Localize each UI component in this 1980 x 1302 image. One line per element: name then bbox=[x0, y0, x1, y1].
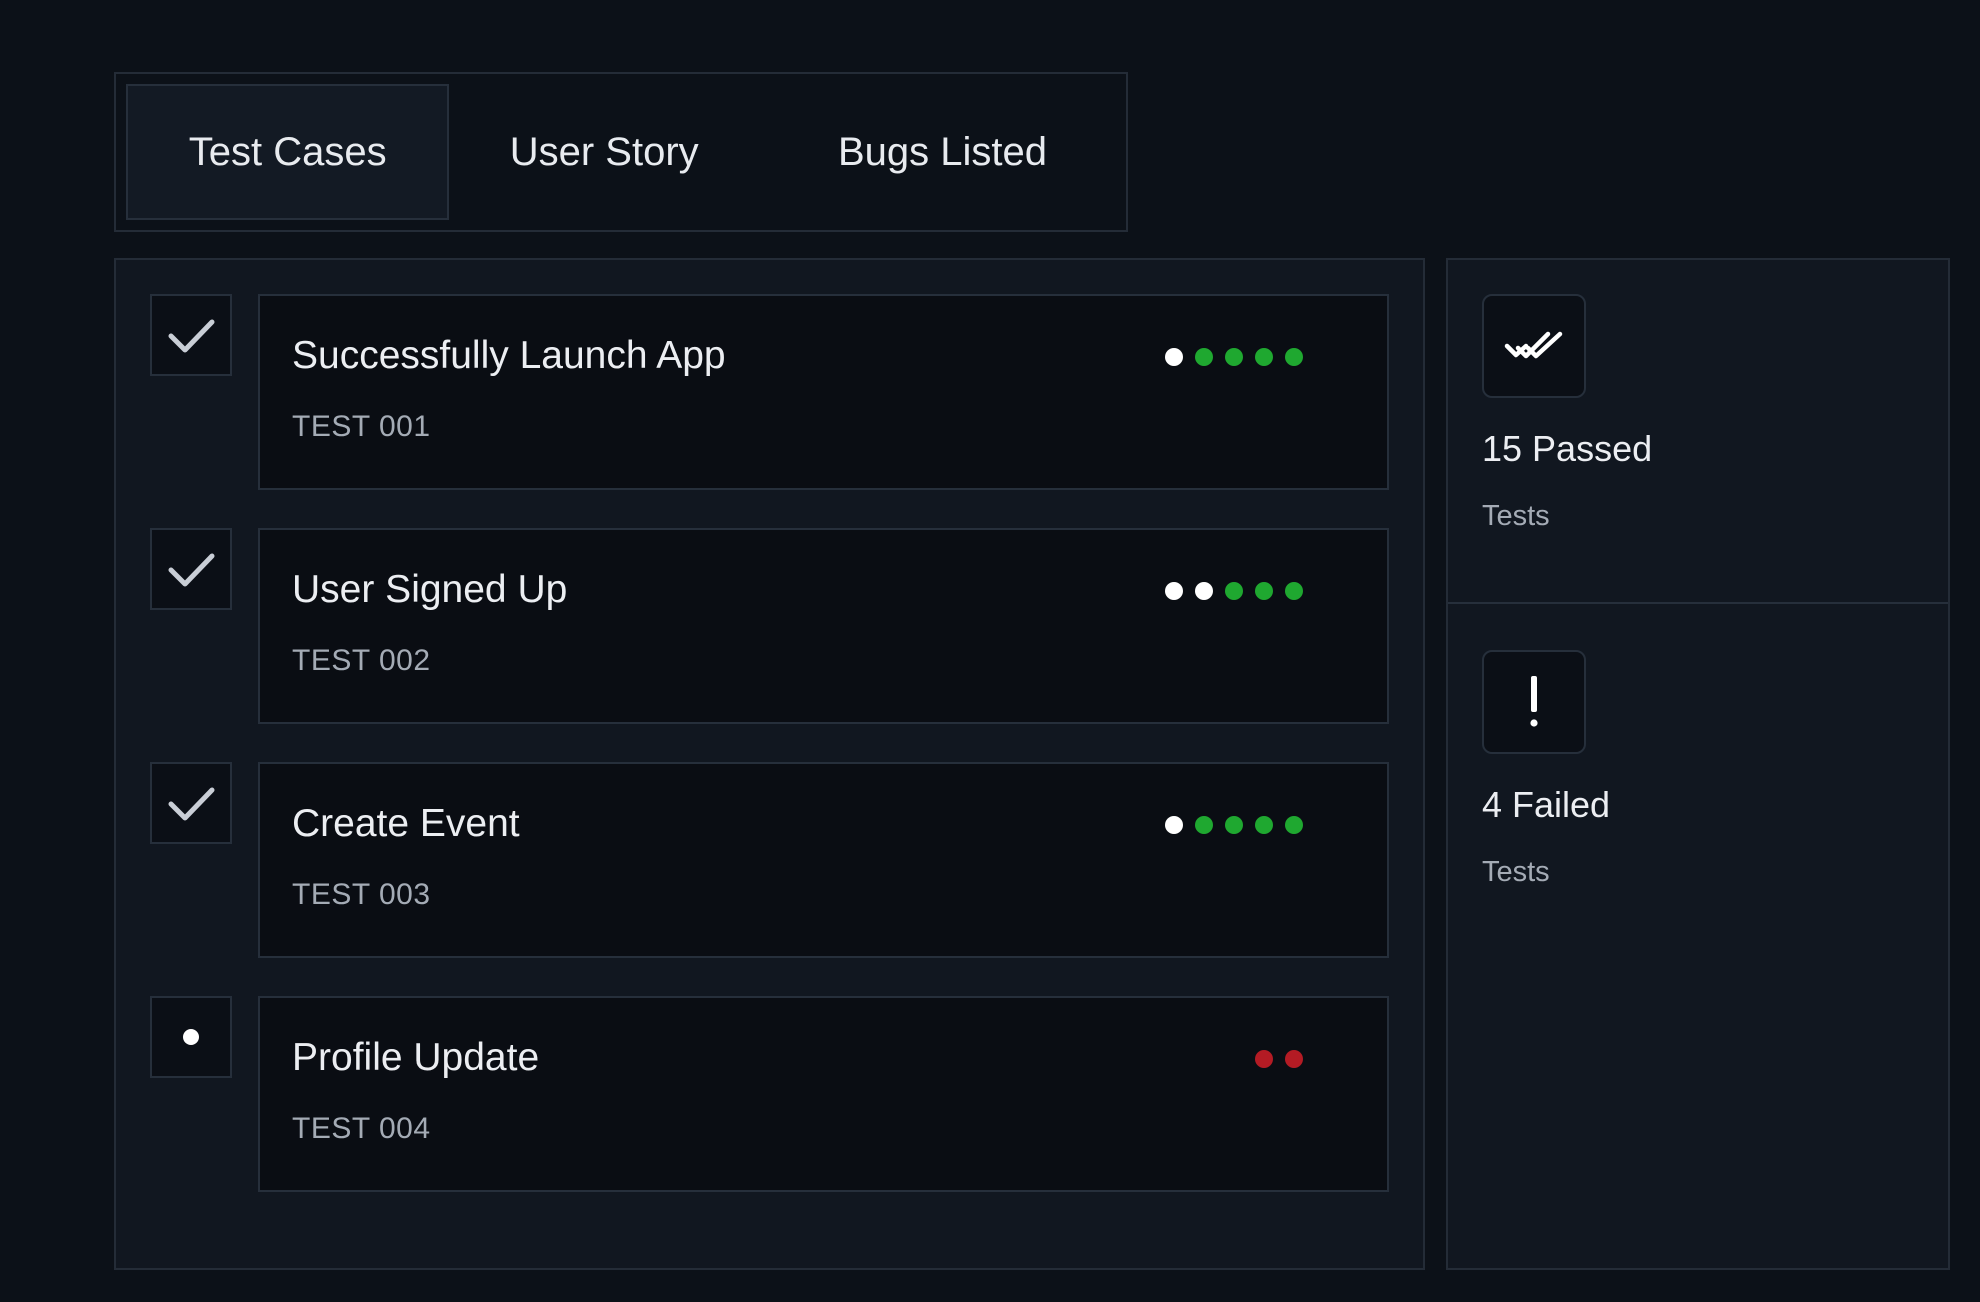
dot-icon bbox=[183, 1029, 199, 1045]
status-dot-fail bbox=[1285, 1050, 1303, 1068]
test-checkbox[interactable] bbox=[150, 294, 232, 376]
test-checkbox[interactable] bbox=[150, 996, 232, 1078]
check-icon bbox=[168, 319, 215, 353]
test-run-history bbox=[1165, 816, 1303, 834]
status-dot-pass bbox=[1255, 582, 1273, 600]
failed-count: 4 Failed bbox=[1482, 784, 1611, 825]
test-card[interactable]: Profile Update TEST 004 bbox=[258, 996, 1389, 1192]
status-dot-pass bbox=[1225, 348, 1243, 366]
test-title: Profile Update bbox=[292, 1036, 540, 1079]
test-run-history bbox=[1255, 1050, 1303, 1068]
status-dot-pass bbox=[1225, 582, 1243, 600]
test-checkbox[interactable] bbox=[150, 762, 232, 844]
test-id: TEST 004 bbox=[292, 1112, 431, 1145]
summary-panel: 15 Passed Tests 4 Failed Tests bbox=[1446, 258, 1950, 1270]
test-run-history bbox=[1165, 348, 1303, 366]
status-dot-pending bbox=[1165, 348, 1183, 366]
status-dot-pass bbox=[1285, 348, 1303, 366]
test-row: Successfully Launch App TEST 001 bbox=[150, 294, 1394, 490]
status-dot-pass bbox=[1255, 816, 1273, 834]
tab-bar: Test Cases User Story Bugs Listed bbox=[114, 72, 1128, 232]
tab-user-story[interactable]: User Story bbox=[449, 74, 759, 230]
failed-label: Tests bbox=[1482, 856, 1550, 888]
test-run-history bbox=[1165, 582, 1303, 600]
status-dot-pass bbox=[1285, 582, 1303, 600]
test-card[interactable]: User Signed Up TEST 002 bbox=[258, 528, 1389, 724]
test-row: User Signed Up TEST 002 bbox=[150, 528, 1394, 724]
status-dot-pass bbox=[1285, 816, 1303, 834]
failed-summary: 4 Failed Tests bbox=[1448, 604, 1948, 1268]
status-dot-fail bbox=[1255, 1050, 1273, 1068]
passed-label: Tests bbox=[1482, 500, 1550, 532]
test-card[interactable]: Create Event TEST 003 bbox=[258, 762, 1389, 958]
tab-test-cases[interactable]: Test Cases bbox=[126, 84, 450, 220]
test-card[interactable]: Successfully Launch App TEST 001 bbox=[258, 294, 1389, 490]
check-icon bbox=[168, 787, 215, 821]
status-dot-pending bbox=[1195, 582, 1213, 600]
status-dot-pass bbox=[1225, 816, 1243, 834]
test-title: Create Event bbox=[292, 802, 520, 845]
tab-bugs-listed[interactable]: Bugs Listed bbox=[759, 74, 1126, 230]
test-checkbox[interactable] bbox=[150, 528, 232, 610]
test-id: TEST 002 bbox=[292, 644, 431, 677]
test-title: Successfully Launch App bbox=[292, 334, 726, 377]
test-title: User Signed Up bbox=[292, 568, 568, 611]
test-list-panel: Successfully Launch App TEST 001 User Si… bbox=[114, 258, 1425, 1270]
double-check-icon bbox=[1482, 294, 1586, 398]
status-dot-pass bbox=[1195, 816, 1213, 834]
passed-summary: 15 Passed Tests bbox=[1448, 260, 1948, 604]
test-id: TEST 001 bbox=[292, 410, 431, 443]
test-id: TEST 003 bbox=[292, 878, 431, 911]
status-dot-pass bbox=[1195, 348, 1213, 366]
check-icon bbox=[168, 553, 215, 587]
test-row: Profile Update TEST 004 bbox=[150, 996, 1394, 1192]
status-dot-pending bbox=[1165, 582, 1183, 600]
test-row: Create Event TEST 003 bbox=[150, 762, 1394, 958]
exclamation-icon bbox=[1482, 650, 1586, 754]
status-dot-pass bbox=[1255, 348, 1273, 366]
status-dot-pending bbox=[1165, 816, 1183, 834]
passed-count: 15 Passed bbox=[1482, 428, 1653, 469]
